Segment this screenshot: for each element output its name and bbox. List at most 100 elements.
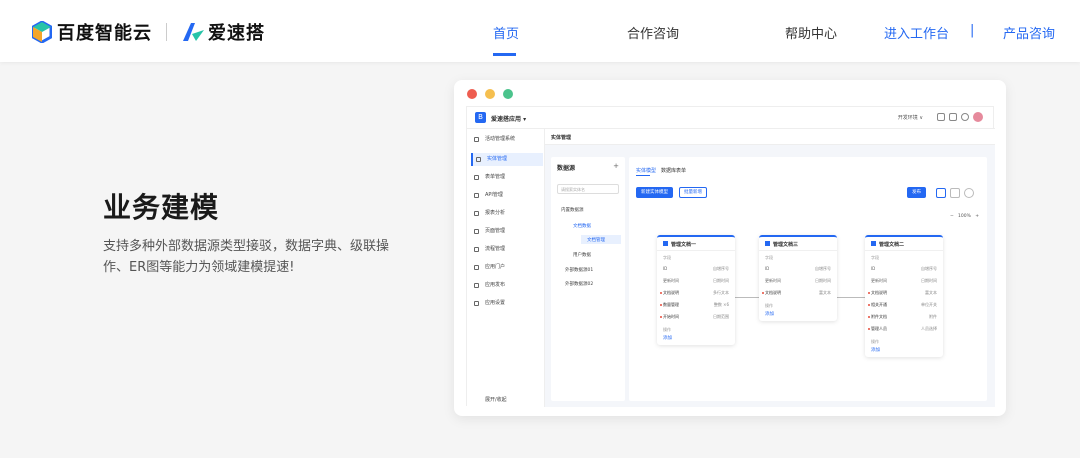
- entity-canvas: 实体模型 数据库表单 新建实体模型 批量新增 发布 − 100% + 管理文档一: [629, 157, 987, 401]
- entity-icon: [663, 241, 668, 246]
- field-row[interactable]: ID 自增序号: [657, 263, 735, 275]
- new-entity-button[interactable]: 新建实体模型: [636, 187, 673, 198]
- field-row[interactable]: 附件文档 附件: [865, 311, 943, 323]
- field-row[interactable]: 数量管理 整数 ×6: [657, 299, 735, 311]
- field-row[interactable]: 开始时间 日期范围: [657, 311, 735, 323]
- field-name: 文档说明: [871, 290, 887, 295]
- sidebar-item-portal[interactable]: 应用门户: [471, 261, 543, 274]
- grid-icon[interactable]: [949, 113, 957, 121]
- sidebar-item-label: 应用发布: [485, 282, 506, 288]
- ops-label: 操作: [765, 303, 773, 308]
- field-row[interactable]: 文档说明 富文本: [865, 287, 943, 299]
- entity-card[interactable]: 管理文档一 字段 ID 自增序号 更新时间 日期时间 文档说明 多行文本 数量管理 整数…: [657, 235, 735, 345]
- refresh-icon[interactable]: [964, 188, 974, 198]
- tree-node-doc-management[interactable]: 文档管理: [587, 237, 605, 243]
- product-name: 爱速搭: [208, 23, 265, 44]
- field-name: ID: [765, 266, 770, 271]
- window-minimize-dot: [485, 89, 495, 99]
- sidebar-item-entity[interactable]: 实体管理: [471, 153, 543, 166]
- section-description: 支持多种外部数据源类型接驳，数据字典、级联操作、ER图等能力为领域建模提速!: [103, 239, 390, 275]
- entity-card[interactable]: 管理文档三 字段 ID 自增序号 更新时间 日期时间 文档说明 富文本 操作 添加: [759, 235, 837, 321]
- entity-card[interactable]: 管理文档二 字段 ID 自增序号 更新时间 日期时间 文档说明 富文本 相关开通 单位开…: [865, 235, 943, 357]
- field-section-label: 字段: [765, 255, 773, 260]
- ops-label: 操作: [663, 327, 671, 332]
- field-row[interactable]: 管理人员 人员选择: [865, 323, 943, 335]
- sidebar-item-forms[interactable]: 表单管理: [471, 171, 543, 184]
- publish-button[interactable]: 发布: [907, 187, 926, 198]
- field-type: 单位开关: [921, 302, 937, 307]
- table-view-icon[interactable]: [950, 188, 960, 198]
- brand-name: 百度智能云: [57, 23, 152, 44]
- env-selector[interactable]: 开发环境 ∨: [898, 114, 923, 121]
- sidebar-item-label: 流程管理: [485, 246, 506, 252]
- field-row[interactable]: 更新时间 日期时间: [865, 275, 943, 287]
- app-preview-window: B 爱速搭应用 ▾ 开发环境 ∨ 活动管理系统 实体管理 表单管理 API管理 …: [454, 80, 1006, 416]
- sidebar-collapse-toggle[interactable]: 展开/收起: [471, 396, 507, 403]
- add-field-link[interactable]: 添加: [759, 309, 837, 321]
- app-sidebar: 活动管理系统 实体管理 表单管理 API管理 报表分析 页面管理 流程管理 应用…: [467, 129, 545, 407]
- card-view-icon[interactable]: [936, 188, 946, 198]
- api-icon: [474, 193, 479, 198]
- tab-database-table[interactable]: 数据库表单: [661, 167, 686, 174]
- field-name: 更新时间: [663, 278, 679, 283]
- app-logo-icon: B: [475, 112, 486, 123]
- add-field-link[interactable]: 添加: [865, 345, 943, 357]
- add-field-link[interactable]: 添加: [657, 333, 735, 345]
- sidebar-item-activity-system[interactable]: 活动管理系统: [471, 133, 543, 146]
- tree-node-external-02[interactable]: 外部数据源02: [565, 281, 593, 287]
- field-name: 开始时间: [663, 314, 679, 319]
- field-row[interactable]: 文档说明 多行文本: [657, 287, 735, 299]
- sidebar-item-workflow[interactable]: 流程管理: [471, 243, 543, 256]
- field-row[interactable]: 文档说明 富文本: [759, 287, 837, 299]
- sidebar-item-label: 应用门户: [485, 264, 506, 270]
- message-icon[interactable]: [937, 113, 945, 121]
- relation-line: [735, 297, 759, 298]
- sidebar-item-reports[interactable]: 报表分析: [471, 207, 543, 220]
- tree-node-docs[interactable]: 文档数据: [573, 223, 591, 229]
- tree-node-users[interactable]: 用户数据: [573, 252, 591, 258]
- product-consult-link[interactable]: 产品咨询: [1003, 23, 1055, 42]
- brand[interactable]: 百度智能云 爱速搭: [32, 18, 265, 46]
- ops-label: 操作: [871, 339, 879, 344]
- field-type: 日期时间: [815, 278, 831, 283]
- zoom-out-button[interactable]: −: [950, 214, 954, 219]
- help-icon[interactable]: [961, 113, 969, 121]
- tree-node-builtin[interactable]: 内置数据源: [561, 207, 584, 213]
- field-row[interactable]: 相关开通 单位开关: [865, 299, 943, 311]
- field-type: 富文本: [819, 290, 831, 295]
- entity-icon: [765, 241, 770, 246]
- entity-search-input[interactable]: 请搜索实体名: [557, 184, 619, 194]
- app-screenshot: B 爱速搭应用 ▾ 开发环境 ∨ 活动管理系统 实体管理 表单管理 API管理 …: [466, 106, 995, 407]
- field-type: 富文本: [925, 290, 937, 295]
- sidebar-item-api[interactable]: API管理: [471, 189, 543, 202]
- field-type: 自增序号: [921, 266, 937, 271]
- top-nav: 百度智能云 爱速搭 首页 合作咨询 帮助中心 进入工作台 | 产品咨询: [0, 0, 1080, 62]
- sidebar-item-publish[interactable]: 应用发布: [471, 279, 543, 292]
- tree-node-external-01[interactable]: 外部数据源01: [565, 267, 593, 273]
- nav-help-center[interactable]: 帮助中心: [785, 23, 837, 42]
- page-title: 实体管理: [545, 129, 995, 145]
- field-name: 文档说明: [765, 290, 781, 295]
- tab-entity-model[interactable]: 实体模型: [636, 167, 656, 174]
- batch-add-button[interactable]: 批量新增: [679, 187, 707, 198]
- zoom-in-button[interactable]: +: [975, 214, 979, 219]
- active-tab-indicator: [636, 175, 650, 176]
- field-name: 文档说明: [663, 290, 679, 295]
- field-type: 自增序号: [815, 266, 831, 271]
- sidebar-item-label: 实体管理: [487, 156, 508, 162]
- add-datasource-button[interactable]: +: [613, 162, 619, 170]
- sidebar-item-settings[interactable]: 应用设置: [471, 297, 543, 310]
- sidebar-item-label: 表单管理: [485, 174, 506, 180]
- field-row[interactable]: ID 自增序号: [759, 263, 837, 275]
- window-close-dot: [467, 89, 477, 99]
- avatar[interactable]: [973, 112, 983, 122]
- nav-cooperation[interactable]: 合作咨询: [627, 23, 679, 42]
- field-row[interactable]: 更新时间 日期时间: [657, 275, 735, 287]
- field-row[interactable]: ID 自增序号: [865, 263, 943, 275]
- app-name-dropdown[interactable]: 爱速搭应用 ▾: [491, 114, 526, 123]
- form-icon: [474, 175, 479, 180]
- field-row[interactable]: 更新时间 日期时间: [759, 275, 837, 287]
- nav-home[interactable]: 首页: [493, 23, 519, 42]
- enter-workbench-link[interactable]: 进入工作台: [884, 23, 949, 42]
- sidebar-item-pages[interactable]: 页面管理: [471, 225, 543, 238]
